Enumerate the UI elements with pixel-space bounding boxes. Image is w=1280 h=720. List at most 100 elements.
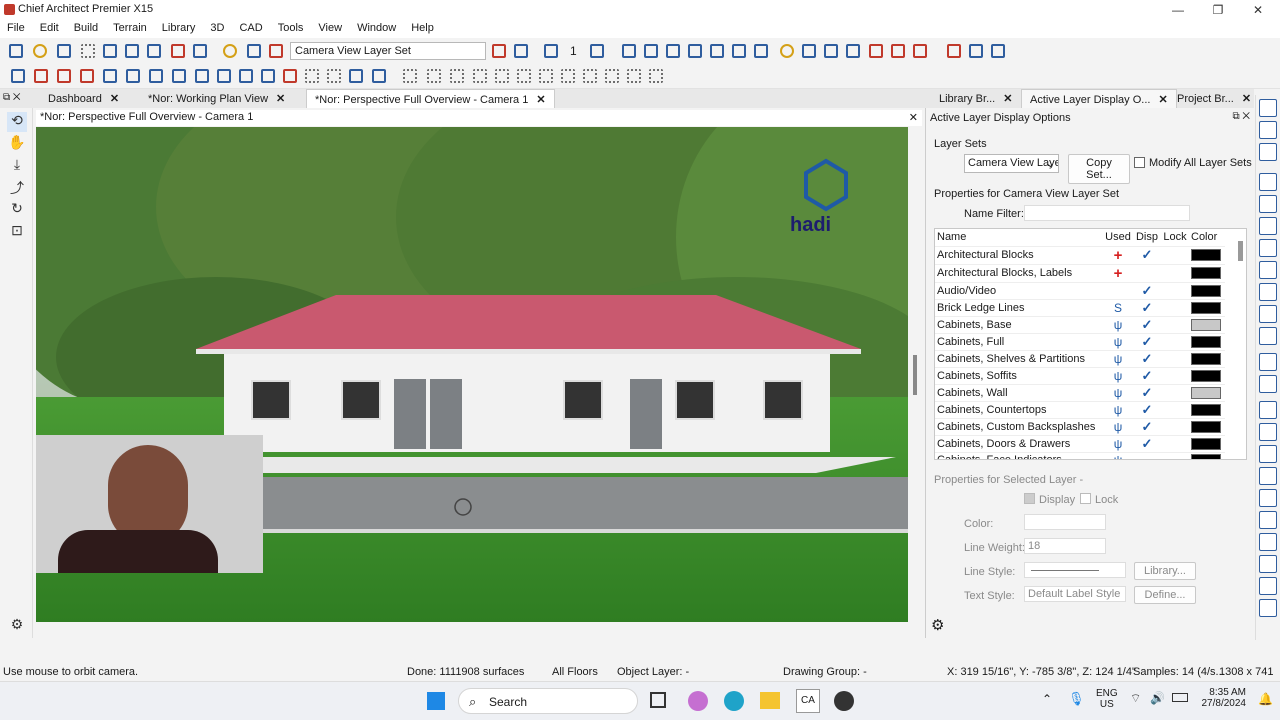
edge-icon[interactable] bbox=[724, 691, 744, 711]
layer-disp-check[interactable]: ✓ bbox=[1133, 246, 1161, 265]
chevron-up-icon[interactable]: ⌃ bbox=[1042, 692, 1052, 706]
fill-window-icon[interactable] bbox=[1259, 261, 1277, 279]
dimension-icon[interactable] bbox=[400, 66, 420, 86]
layer-lock[interactable] bbox=[1161, 350, 1189, 368]
layer-row[interactable]: Architectural Blocks, Labels + bbox=[935, 264, 1225, 283]
microphone-icon[interactable]: 🎙 bbox=[1068, 691, 1085, 707]
layer-color-cell[interactable] bbox=[1189, 316, 1225, 334]
layer-color-cell[interactable] bbox=[1189, 367, 1225, 385]
volume-icon[interactable]: 🔊 bbox=[1150, 691, 1165, 705]
menu-3d[interactable]: 3D bbox=[203, 20, 232, 38]
name-filter-input[interactable] bbox=[1024, 205, 1190, 221]
camera-icon[interactable] bbox=[641, 41, 661, 61]
tab-working-plan[interactable]: *Nor: Working Plan View ✕ bbox=[140, 89, 293, 108]
view-tool-icon[interactable] bbox=[1259, 143, 1277, 161]
language-indicator[interactable]: ENG US bbox=[1096, 688, 1118, 710]
gear-icon[interactable]: ⚙ bbox=[7, 616, 27, 636]
layer-lock[interactable] bbox=[1161, 435, 1189, 453]
stairs-icon[interactable] bbox=[123, 66, 143, 86]
layer-icon[interactable] bbox=[1259, 533, 1277, 551]
menu-file[interactable]: File bbox=[0, 20, 33, 38]
dormer-icon[interactable] bbox=[258, 66, 278, 86]
walkthrough-icon[interactable] bbox=[685, 41, 705, 61]
cad-block-icon[interactable] bbox=[646, 66, 666, 86]
window-icon[interactable] bbox=[77, 66, 97, 86]
layer-disp-check[interactable]: ✓ bbox=[1133, 316, 1161, 334]
minimize-button[interactable]: — bbox=[1158, 0, 1198, 20]
layer-color-cell[interactable] bbox=[1189, 418, 1225, 436]
layer-row[interactable]: Cabinets, Shelves & Partitions ψ ✓ bbox=[935, 350, 1225, 368]
shapes-icon[interactable] bbox=[324, 66, 344, 86]
text-style-select[interactable]: Default Label Style bbox=[1024, 586, 1126, 602]
spline-icon[interactable] bbox=[602, 66, 622, 86]
chief-architect-icon[interactable]: CA bbox=[796, 689, 820, 713]
zoom-in-icon[interactable] bbox=[1259, 195, 1277, 213]
layer-icon[interactable] bbox=[1259, 467, 1277, 485]
tab-dashboard[interactable]: Dashboard ✕ bbox=[40, 89, 127, 108]
zoom-icon[interactable] bbox=[1259, 173, 1277, 191]
menu-help[interactable]: Help bbox=[404, 20, 442, 38]
copy-set-button[interactable]: Copy Set... bbox=[1068, 154, 1130, 184]
fill-window-icon[interactable] bbox=[1259, 305, 1277, 323]
up-floor-icon[interactable] bbox=[587, 41, 607, 61]
layer-row[interactable]: Cabinets, Countertops ψ ✓ bbox=[935, 401, 1225, 419]
layer-row[interactable]: Architectural Blocks + ✓ bbox=[935, 246, 1225, 265]
furniture-icon[interactable] bbox=[146, 66, 166, 86]
arrow-icon[interactable] bbox=[424, 66, 444, 86]
tilt-icon[interactable]: ⤴ bbox=[7, 178, 27, 198]
orbit-icon[interactable]: ⟲ bbox=[7, 112, 27, 132]
check-icon[interactable] bbox=[489, 41, 509, 61]
pan-view-icon[interactable] bbox=[1259, 327, 1277, 345]
col-disp[interactable]: Disp bbox=[1133, 229, 1161, 247]
new-plan-icon[interactable] bbox=[6, 41, 26, 61]
layer-icon[interactable] bbox=[1259, 511, 1277, 529]
layer-row[interactable]: Brick Ledge Lines S ✓ bbox=[935, 299, 1225, 317]
file-explorer-icon[interactable] bbox=[760, 692, 780, 709]
move-icon[interactable]: ⤓ bbox=[7, 156, 27, 176]
arc-icon[interactable] bbox=[536, 66, 556, 86]
layer-color-cell[interactable] bbox=[1189, 435, 1225, 453]
v-scroll-thumb[interactable] bbox=[913, 355, 917, 395]
plan-view-icon[interactable] bbox=[944, 41, 964, 61]
camera-view-icon[interactable] bbox=[663, 41, 683, 61]
print-icon[interactable] bbox=[78, 41, 98, 61]
save-icon[interactable] bbox=[54, 41, 74, 61]
obs-icon[interactable] bbox=[834, 691, 854, 711]
layer-icon[interactable] bbox=[1259, 423, 1277, 441]
menu-library[interactable]: Library bbox=[155, 20, 204, 38]
layer-disp-check[interactable] bbox=[1133, 452, 1161, 459]
col-name[interactable]: Name bbox=[935, 229, 1103, 247]
layer-row[interactable]: Cabinets, Custom Backsplashes ψ ✓ bbox=[935, 418, 1225, 436]
tab-library-browser[interactable]: Library Br... ✕ bbox=[931, 89, 1020, 108]
menu-tools[interactable]: Tools bbox=[271, 20, 312, 38]
define-button[interactable]: Define... bbox=[1134, 586, 1196, 604]
polyline-icon[interactable] bbox=[624, 66, 644, 86]
layer-row[interactable]: Cabinets, Base ψ ✓ bbox=[935, 316, 1225, 334]
fill-window-icon[interactable] bbox=[1259, 239, 1277, 257]
layer-row[interactable]: Cabinets, Soffits ψ ✓ bbox=[935, 367, 1225, 385]
clock[interactable]: 8:35 AM 27/8/2024 bbox=[1196, 687, 1247, 709]
color-field[interactable] bbox=[1024, 514, 1106, 530]
line-icon[interactable] bbox=[514, 66, 534, 86]
sun-icon[interactable] bbox=[799, 41, 819, 61]
layer-color-cell[interactable] bbox=[1189, 299, 1225, 317]
box-icon[interactable] bbox=[580, 66, 600, 86]
windows-start-icon[interactable] bbox=[427, 692, 445, 710]
layer-set-icon[interactable] bbox=[266, 41, 286, 61]
notifications-icon[interactable]: 🔔 bbox=[1258, 692, 1273, 706]
layer-icon[interactable] bbox=[1259, 555, 1277, 573]
lock-checkbox[interactable] bbox=[1080, 493, 1091, 504]
modify-all-checkbox[interactable] bbox=[1134, 157, 1145, 168]
cabinet-icon[interactable] bbox=[100, 66, 120, 86]
rebuild-icon[interactable] bbox=[280, 66, 300, 86]
help-icon[interactable] bbox=[190, 41, 210, 61]
framing-icon[interactable] bbox=[169, 66, 189, 86]
perspective-icon[interactable] bbox=[729, 41, 749, 61]
print-preview-icon[interactable] bbox=[100, 41, 120, 61]
camera-icon[interactable] bbox=[1259, 375, 1277, 393]
house-icon[interactable] bbox=[751, 41, 771, 61]
display-options-icon[interactable] bbox=[220, 41, 240, 61]
layer-color-cell[interactable] bbox=[1189, 401, 1225, 419]
layer-disp-check[interactable]: ✓ bbox=[1133, 333, 1161, 351]
adjust-material-icon[interactable] bbox=[910, 41, 930, 61]
